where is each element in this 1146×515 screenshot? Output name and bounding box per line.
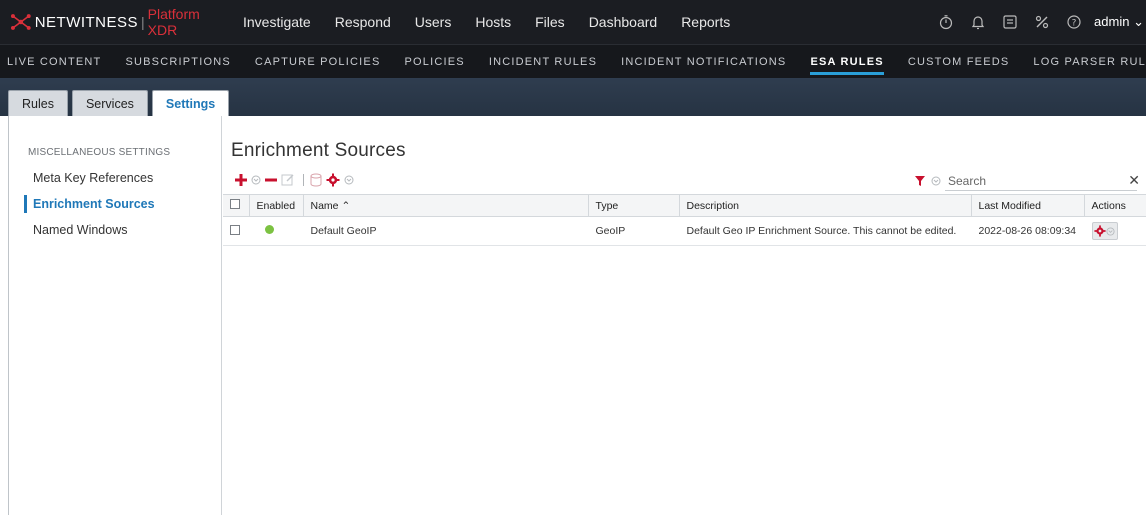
tools-icon[interactable]: [1034, 14, 1050, 30]
select-all-checkbox[interactable]: [230, 199, 240, 209]
column-header-enabled[interactable]: Enabled: [249, 194, 304, 217]
minus-icon: [265, 178, 277, 182]
table-header-row: Enabled Name ⌃ Type Description Last Mod…: [223, 194, 1146, 217]
subnav-live-content[interactable]: LIVE CONTENT: [0, 45, 113, 79]
svg-text:?: ?: [1072, 19, 1077, 29]
help-icon[interactable]: ?: [1066, 14, 1082, 30]
user-name: admin: [1094, 14, 1130, 29]
brand-logo[interactable]: NETWITNESS | Platform XDR: [0, 0, 232, 44]
search-area: ✕: [913, 171, 1146, 191]
table-row[interactable]: Default GeoIP GeoIP Default Geo IP Enric…: [223, 216, 1146, 246]
row-select-cell: [223, 216, 249, 246]
enabled-status-icon: [264, 225, 274, 234]
sidebar-item-meta-key-references[interactable]: Meta Key References: [9, 165, 221, 191]
row-checkbox[interactable]: [230, 224, 240, 235]
tab-settings[interactable]: Settings: [151, 90, 230, 116]
nav-users[interactable]: Users: [403, 14, 464, 30]
database-icon: [310, 173, 322, 187]
import-button[interactable]: [310, 172, 322, 188]
sort-ascending-icon: ⌃: [341, 199, 351, 212]
toolbar: [235, 171, 358, 189]
delete-button[interactable]: [265, 172, 277, 188]
main-nav: Investigate Respond Users Hosts Files Da…: [232, 0, 742, 44]
subnav-subscriptions[interactable]: SUBSCRIPTIONS: [113, 45, 242, 79]
page-title: Enrichment Sources: [231, 140, 406, 161]
brand-platform: Platform XDR: [147, 6, 200, 38]
subnav-log-parser-rules[interactable]: LOG PARSER RULES: [1021, 45, 1146, 79]
chevron-down-icon: ⌄: [1133, 14, 1144, 29]
nav-files[interactable]: Files: [523, 14, 577, 30]
notifications-bell-icon[interactable]: [970, 14, 986, 30]
add-button[interactable]: [235, 172, 247, 188]
gear-dropdown-chevron-icon[interactable]: [344, 172, 354, 188]
nav-reports[interactable]: Reports: [669, 14, 742, 30]
row-type: GeoIP: [588, 216, 679, 246]
row-actions-button[interactable]: [1091, 222, 1118, 240]
filter-dropdown-chevron-icon[interactable]: [929, 174, 943, 188]
sidebar-section-title: MISCELLANEOUS SETTINGS: [28, 147, 171, 158]
row-name: Default GeoIP: [303, 216, 588, 246]
nav-respond[interactable]: Respond: [323, 14, 403, 30]
top-right-tools: ? admin ⌄: [930, 0, 1146, 44]
plus-icon: [235, 174, 247, 186]
system-panel-icon[interactable]: [1002, 14, 1018, 30]
main-panel: Enrichment Sources ✕: [223, 116, 1146, 515]
netwitness-logo-icon: [10, 14, 31, 30]
subnav-incident-rules[interactable]: INCIDENT RULES: [477, 45, 609, 79]
subnav-capture-policies[interactable]: CAPTURE POLICIES: [243, 45, 393, 79]
settings-gear-button[interactable]: [326, 172, 340, 188]
nav-hosts[interactable]: Hosts: [463, 14, 523, 30]
row-description: Default Geo IP Enrichment Source. This c…: [679, 216, 971, 246]
edit-button[interactable]: [281, 172, 295, 188]
admin-sub-nav: LIVE CONTENT SUBSCRIPTIONS CAPTURE POLIC…: [0, 44, 1146, 78]
sidebar-item-enrichment-sources[interactable]: Enrichment Sources: [9, 191, 221, 217]
edit-icon: [281, 174, 294, 186]
column-header-name-label: Name: [310, 199, 339, 212]
settings-sidebar: MISCELLANEOUS SETTINGS Meta Key Referenc…: [8, 116, 222, 515]
column-header-type[interactable]: Type: [588, 194, 680, 217]
add-dropdown-chevron-icon[interactable]: [251, 172, 261, 188]
column-header-last-modified[interactable]: Last Modified: [971, 194, 1085, 217]
tab-strip: Rules Services Settings: [0, 78, 1146, 116]
sidebar-item-named-windows[interactable]: Named Windows: [9, 217, 221, 243]
tab-rules[interactable]: Rules: [8, 90, 68, 116]
row-last-modified: 2022-08-26 08:09:34: [971, 216, 1084, 246]
top-nav-bar: NETWITNESS | Platform XDR Investigate Re…: [0, 0, 1146, 44]
brand-separator: |: [141, 14, 145, 30]
brand-name: NETWITNESS: [34, 13, 139, 31]
column-header-description[interactable]: Description: [679, 194, 972, 217]
enrichment-sources-table: Enabled Name ⌃ Type Description Last Mod…: [223, 194, 1146, 246]
tab-services[interactable]: Services: [71, 90, 148, 116]
subnav-policies[interactable]: POLICIES: [392, 45, 476, 79]
subnav-esa-rules[interactable]: ESA RULES: [798, 45, 895, 79]
row-actions-cell: [1084, 216, 1146, 246]
gear-icon: [1094, 225, 1106, 237]
clear-search-icon[interactable]: ✕: [1128, 172, 1140, 189]
search-input[interactable]: [945, 171, 1137, 191]
column-header-name[interactable]: Name ⌃: [303, 194, 589, 217]
nav-dashboard[interactable]: Dashboard: [577, 14, 670, 30]
user-menu[interactable]: admin ⌄: [1094, 14, 1144, 30]
subnav-incident-notifications[interactable]: INCIDENT NOTIFICATIONS: [609, 45, 798, 79]
row-enabled-cell: [249, 216, 303, 246]
select-all-header[interactable]: [223, 194, 250, 217]
stopwatch-icon[interactable]: [938, 14, 954, 30]
chevron-down-icon: [1106, 226, 1115, 236]
filter-icon[interactable]: [913, 174, 927, 188]
toolbar-divider: [303, 174, 304, 186]
column-header-actions: Actions: [1084, 194, 1146, 217]
gear-icon: [326, 173, 340, 187]
subnav-custom-feeds[interactable]: CUSTOM FEEDS: [896, 45, 1022, 79]
nav-investigate[interactable]: Investigate: [232, 14, 323, 30]
